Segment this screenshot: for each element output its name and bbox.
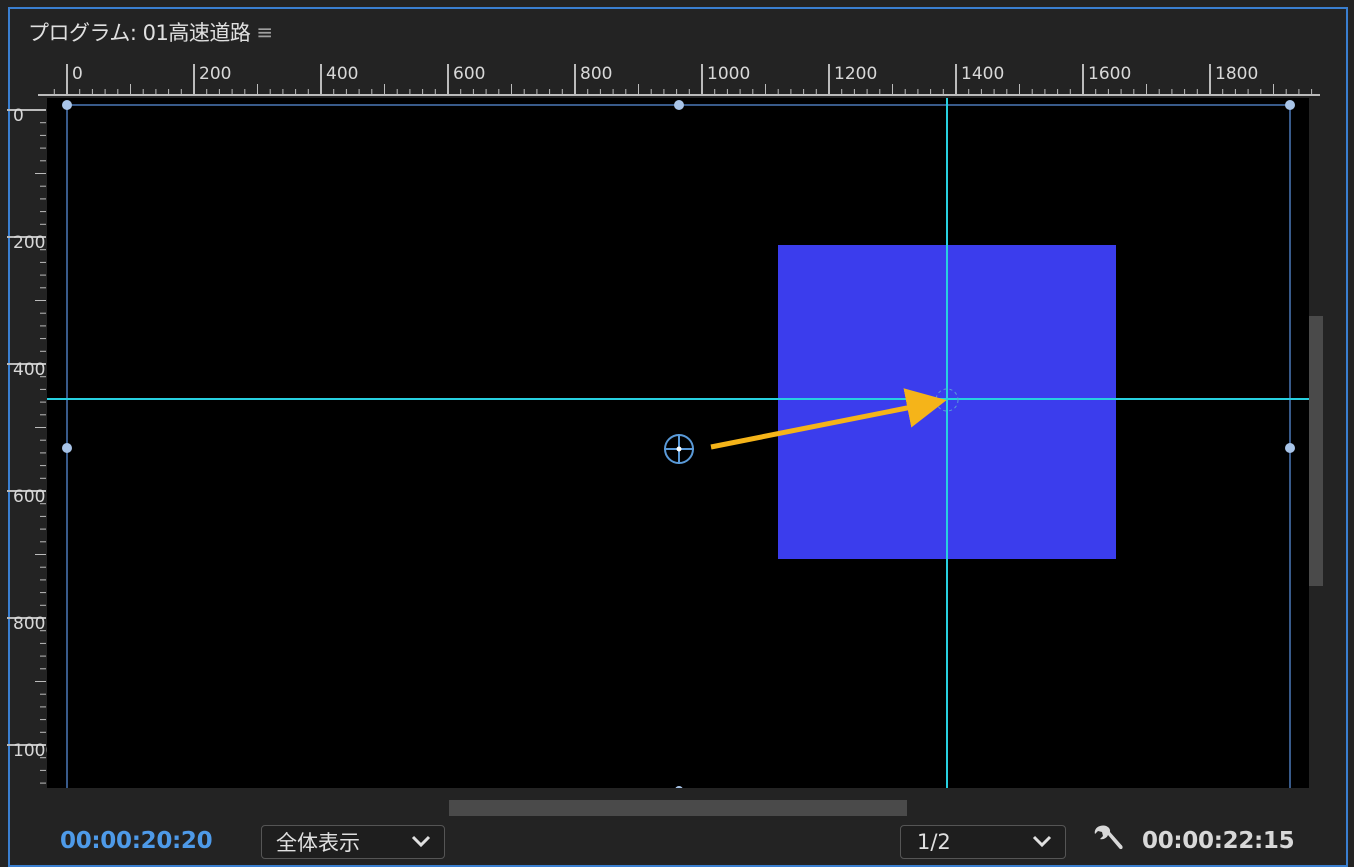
handle-bottom-center[interactable] (675, 786, 683, 788)
monitor-footer: 00:00:20:20 全体表示 1/2 00:00:22:15 (0, 822, 1354, 859)
vertical-ruler[interactable] (0, 98, 46, 788)
playback-resolution-value: 1/2 (917, 830, 951, 854)
handle-middle-right[interactable] (1285, 443, 1295, 453)
playback-resolution-select[interactable]: 1/2 (900, 825, 1066, 859)
ruler-ticks (7, 109, 46, 784)
vertical-scrollbar-thumb[interactable] (1309, 316, 1323, 586)
handle-middle-left[interactable] (62, 443, 72, 453)
program-viewport[interactable] (47, 98, 1309, 788)
horizontal-ruler-label: 1800 (1215, 64, 1259, 84)
current-timecode[interactable]: 00:00:20:20 (60, 828, 213, 854)
horizontal-scrollbar-thumb[interactable] (449, 800, 907, 816)
zoom-level-select[interactable]: 全体表示 (261, 825, 445, 859)
vertical-ruler-label: 200 (13, 235, 46, 252)
horizontal-ruler-label: 1200 (834, 64, 878, 84)
horizontal-ruler-label: 200 (199, 64, 232, 84)
chevron-down-icon (411, 835, 431, 848)
handle-top-left[interactable] (62, 100, 72, 110)
program-monitor-panel: プログラム: 01高速道路 ≡ 0 200 400 600 800 1000 1200 140… (0, 0, 1354, 867)
panel-header: プログラム: 01高速道路 ≡ (28, 16, 273, 48)
viewport-canvas (47, 98, 1309, 788)
horizontal-ruler-label: 600 (453, 64, 486, 84)
panel-title[interactable]: プログラム: 01高速道路 (28, 17, 251, 47)
duration-timecode: 00:00:22:15 (1142, 828, 1295, 854)
horizontal-ruler-label: 0 (72, 64, 83, 84)
vertical-ruler-label: 800 (13, 616, 46, 633)
handle-top-right[interactable] (1285, 100, 1295, 110)
horizontal-ruler-label: 1000 (707, 64, 751, 84)
chevron-down-icon (1032, 835, 1052, 848)
hamburger-menu-icon[interactable]: ≡ (256, 20, 273, 44)
wrench-icon[interactable] (1092, 824, 1124, 854)
horizontal-ruler-label: 400 (326, 64, 359, 84)
horizontal-ruler-label: 800 (580, 64, 613, 84)
vertical-ruler-label: 600 (13, 489, 46, 506)
zoom-level-value: 全体表示 (276, 831, 360, 855)
horizontal-ruler-label: 1600 (1088, 64, 1132, 84)
anchor-crosshair-icon[interactable] (664, 434, 694, 464)
handle-top-center[interactable] (674, 100, 684, 110)
vertical-ruler-label: 0 (13, 108, 24, 125)
vertical-ruler-label: 400 (13, 362, 46, 379)
horizontal-ruler-label: 1400 (961, 64, 1005, 84)
